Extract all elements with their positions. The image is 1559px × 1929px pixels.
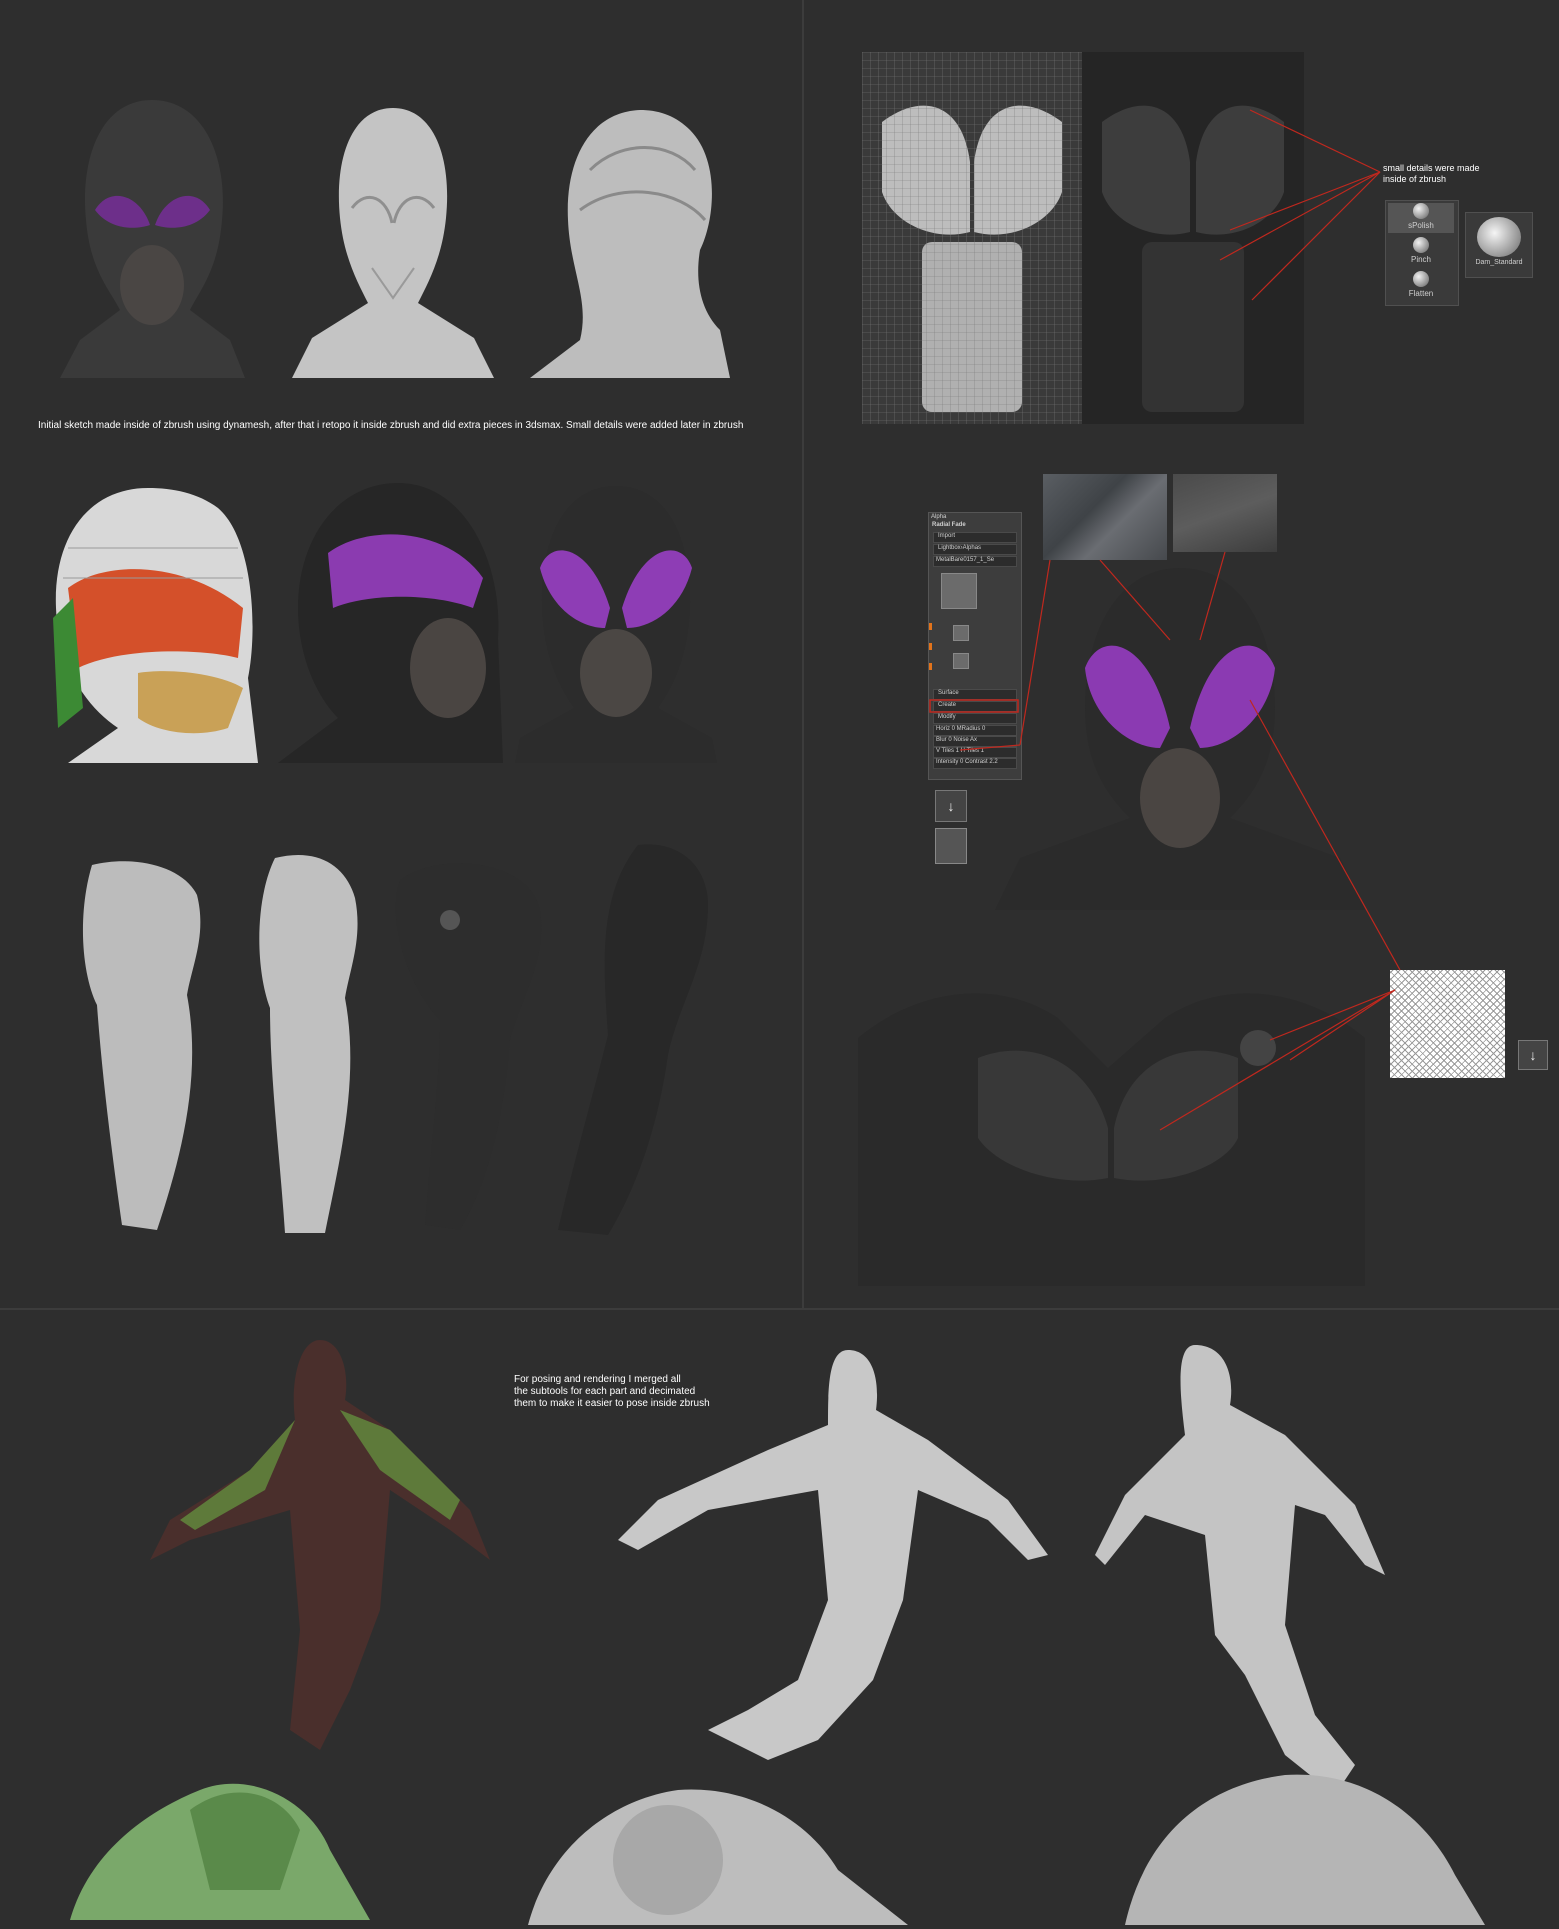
arm-clay-2 bbox=[245, 848, 385, 1238]
dam-standard-label: Dam_Standard bbox=[1475, 259, 1523, 266]
pinch-label: Pinch bbox=[1410, 255, 1431, 264]
alpha-arrow-button[interactable]: ↓ bbox=[935, 790, 967, 822]
brush-palette: sPolish Pinch Flatten bbox=[1385, 200, 1459, 306]
pinch-icon bbox=[1413, 237, 1429, 253]
sketch-caption: Initial sketch made inside of zbrush usi… bbox=[38, 420, 744, 431]
details-caption: small details were made inside of zbrush bbox=[1383, 163, 1480, 184]
alpha-thumbnail-2[interactable] bbox=[953, 625, 969, 641]
arm-clay-1 bbox=[72, 855, 222, 1235]
alpha-preview-thumb bbox=[935, 828, 967, 864]
checker-alpha-swatch bbox=[1390, 970, 1505, 1078]
figure-clay-back bbox=[1085, 1335, 1555, 1925]
dam-standard-brush-button[interactable]: Dam_Standard bbox=[1465, 212, 1533, 278]
pinch-brush-button[interactable]: Pinch bbox=[1388, 237, 1454, 267]
lightbox-alphas-button[interactable]: Lightbox›Alphas bbox=[933, 544, 1017, 555]
arm-dark-1 bbox=[380, 850, 555, 1235]
alpha-thumbnail-3[interactable] bbox=[953, 653, 969, 669]
dam-standard-icon bbox=[1477, 217, 1521, 257]
torso-wireframe bbox=[862, 52, 1082, 424]
alpha-tab[interactable]: Alpha bbox=[931, 514, 946, 520]
texture-swatch-2 bbox=[1173, 474, 1277, 552]
import-button[interactable]: Import bbox=[933, 532, 1017, 543]
flatten-brush-button[interactable]: Flatten bbox=[1388, 271, 1454, 301]
head-helmet-textured bbox=[990, 558, 1370, 910]
flatten-label: Flatten bbox=[1408, 289, 1434, 298]
torso-closeup-textured bbox=[858, 978, 1365, 1286]
spolish-icon bbox=[1413, 203, 1429, 219]
figure-polypaint-green bbox=[50, 1330, 530, 1920]
alpha-thumbnail[interactable] bbox=[941, 573, 977, 609]
flatten-icon bbox=[1413, 271, 1429, 287]
horizontal-divider bbox=[0, 1308, 1559, 1310]
head-helmet-side bbox=[258, 468, 503, 763]
head-sketch-dark bbox=[40, 90, 265, 378]
spolish-label: sPolish bbox=[1408, 221, 1434, 230]
head-sketch-clay-side bbox=[520, 100, 740, 378]
figure-clay-front bbox=[528, 1340, 1060, 1925]
head-sketch-clay-front bbox=[282, 98, 504, 378]
head-helmet-front bbox=[510, 478, 722, 763]
arm-dark-2 bbox=[548, 835, 718, 1240]
radial-fade-label: Radial Fade bbox=[932, 522, 966, 528]
texture-swatch-1 bbox=[1043, 474, 1167, 560]
head-retopo-colored bbox=[28, 478, 260, 763]
spolish-brush-button[interactable]: sPolish bbox=[1388, 203, 1454, 233]
vertical-divider bbox=[802, 0, 804, 1308]
checker-arrow-button[interactable]: ↓ bbox=[1518, 1040, 1548, 1070]
torso-sculpt bbox=[1082, 52, 1304, 424]
